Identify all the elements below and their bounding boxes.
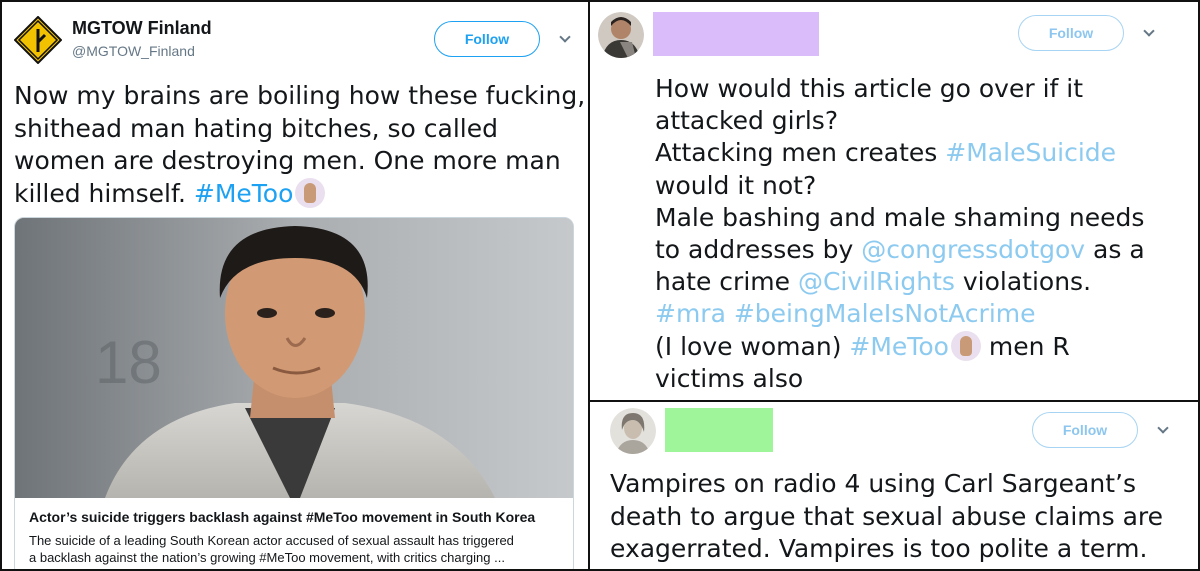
tweet-line: would it not?: [655, 170, 817, 200]
avatar[interactable]: [598, 12, 644, 58]
tweet-line-text: hate crime: [655, 267, 798, 297]
tweet-line-last: killed himself. #MeToo: [14, 177, 585, 211]
tweet-line-text: as a: [1085, 235, 1145, 265]
card-description-line: The suicide of a leading South Korean ac…: [29, 533, 514, 548]
tweet-line: death to argue that sexual abuse claims …: [610, 501, 1164, 531]
hashtag-metoo[interactable]: #MeToo: [849, 332, 949, 361]
svg-text:18: 18: [95, 329, 162, 396]
tweet-line: women are destroying men. One more man: [14, 146, 561, 175]
tweet-line: shithead man hating bitches, so called: [14, 113, 498, 143]
tweet-text: Now my brains are boiling how these fuck…: [14, 80, 585, 210]
tweet-text: How would this article go over if it att…: [655, 73, 1145, 395]
tweet-line-text: men R: [980, 331, 1070, 361]
hashtag-malesuicide[interactable]: #MaleSuicide: [945, 138, 1116, 167]
tweet-line: attacked girls?: [655, 106, 839, 136]
author-handle[interactable]: @MGTOW_Finland: [72, 43, 195, 59]
follow-button[interactable]: Follow: [1018, 15, 1124, 51]
tweet-line: Attacking men creates #MaleSuicide: [655, 137, 1145, 169]
card-description: The suicide of a leading South Korean ac…: [29, 532, 569, 566]
mention-congressdotgov[interactable]: @congressdotgov: [861, 235, 1085, 264]
tweet-line: Vampires on radio 4 using Carl Sargeant’…: [610, 469, 1136, 498]
mention-civilrights[interactable]: @CivilRights: [798, 267, 955, 296]
tweet-line: #mra #beingMaleIsNotAcrime: [655, 298, 1145, 330]
tweet-line: victims also: [655, 363, 804, 393]
tweet-line-text: to addresses by: [655, 235, 862, 265]
hashtag-mra[interactable]: #mra: [655, 299, 726, 328]
tweet-line: (I love woman) #MeToo men R: [655, 330, 1145, 363]
chevron-down-icon[interactable]: [1143, 25, 1155, 37]
tweet-panel-2: Follow How would this article go over if…: [588, 0, 1200, 402]
tweet-panel-mgtow: MGTOW Finland @MGTOW_Finland Follow Now …: [0, 0, 590, 571]
follow-button[interactable]: Follow: [434, 21, 540, 57]
card-title[interactable]: Actor’s suicide triggers backlash agains…: [29, 509, 564, 525]
tweet-line: hate crime @CivilRights violations.: [655, 266, 1145, 298]
follow-button[interactable]: Follow: [1032, 412, 1138, 448]
tweet-panel-3: Follow Vampires on radio 4 using Carl Sa…: [588, 400, 1200, 571]
tweet-line: Male bashing and male shaming needs: [655, 202, 1145, 232]
link-card[interactable]: 18 Actor’s suicide triggers backlash aga…: [14, 217, 574, 569]
author-name[interactable]: MGTOW Finland: [72, 18, 212, 39]
tweet-line-text: violations.: [954, 267, 1092, 297]
tweet-line-text: (I love woman): [655, 331, 850, 361]
mgtow-logo-icon[interactable]: [14, 16, 62, 64]
chevron-down-icon[interactable]: [1157, 422, 1169, 434]
tweet-line: to addresses by @congressdotgov as a: [655, 234, 1145, 266]
tweet-line-text: killed himself.: [14, 178, 194, 208]
article-photo: 18: [15, 218, 573, 498]
tweet-line: exagerrated. Vampires is too polite a te…: [610, 534, 1148, 563]
avatar[interactable]: [610, 408, 656, 454]
card-description-line: a backlash against the nation’s growing …: [29, 550, 505, 565]
raised-hand-emoji-icon: [950, 330, 981, 361]
redacted-username: [653, 12, 819, 56]
tweet-text: Vampires on radio 4 using Carl Sargeant’…: [610, 468, 1163, 566]
tweet-line: Now my brains are boiling how these fuck…: [14, 81, 586, 110]
raised-hand-emoji-icon: [295, 177, 326, 208]
tweet-line-text: Attacking men creates: [655, 138, 946, 168]
chevron-down-icon[interactable]: [559, 31, 571, 43]
hashtag-beingmaleisnotacrime[interactable]: #beingMaleIsNotAcrime: [734, 299, 1036, 328]
hashtag-metoo[interactable]: #MeToo: [194, 179, 294, 208]
tweet-line: How would this article go over if it: [655, 74, 1084, 103]
redacted-username: [665, 408, 773, 452]
